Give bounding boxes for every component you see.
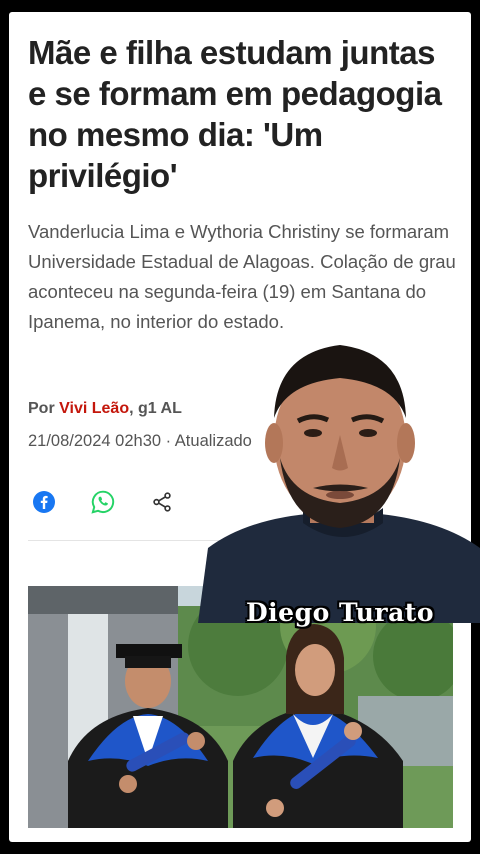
streamer-name-caption: Diego Turato	[246, 598, 435, 627]
generic-share-button[interactable]	[146, 486, 178, 518]
outlet-name: , g1 AL	[129, 400, 182, 417]
webcam-overlay	[198, 323, 480, 623]
facebook-icon	[33, 491, 55, 513]
share-icon	[153, 492, 171, 512]
whatsapp-share-button[interactable]	[87, 486, 119, 518]
article-headline: Mãe e filha estudam juntas e se formam e…	[28, 34, 442, 194]
share-bar	[28, 486, 178, 518]
whatsapp-icon	[91, 490, 115, 514]
article-subtitle: Vanderlucia Lima e Wythoria Christiny se…	[28, 221, 456, 332]
byline-prefix: Por	[28, 400, 55, 417]
byline: Por Vivi Leão, g1 AL	[28, 400, 182, 418]
author-link[interactable]: Vivi Leão	[59, 400, 129, 417]
facebook-share-button[interactable]	[28, 486, 60, 518]
